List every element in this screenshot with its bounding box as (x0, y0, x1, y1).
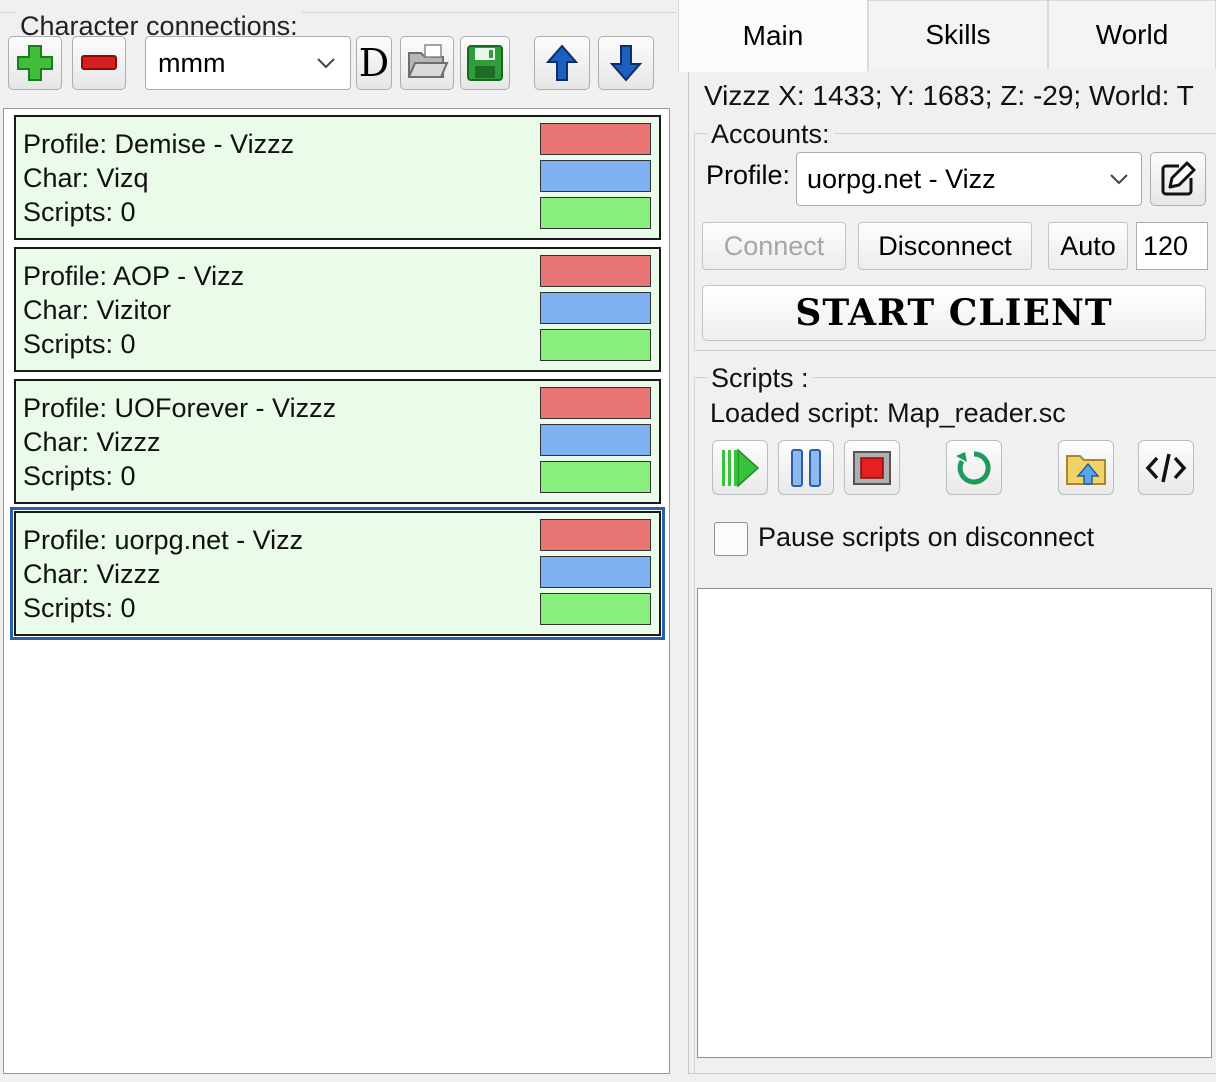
scripts-title: Scripts : (707, 363, 813, 393)
health-bar (540, 255, 651, 287)
character-list[interactable]: Profile: Demise - Vizzz Char: Vizq Scrip… (3, 108, 670, 1074)
stop-script-button[interactable] (844, 440, 900, 495)
character-card[interactable]: Profile: UOForever - Vizzz Char: Vizzz S… (14, 379, 661, 504)
pause-script-button[interactable] (778, 440, 834, 495)
edit-profile-button[interactable] (1150, 152, 1206, 206)
script-output-area[interactable] (697, 588, 1212, 1058)
stamina-bar (540, 197, 651, 229)
character-card[interactable]: Profile: AOP - Vizz Char: Vizitor Script… (14, 247, 661, 372)
minus-icon (81, 55, 117, 70)
tab-skills[interactable]: Skills (868, 0, 1048, 68)
mana-bar (540, 292, 651, 324)
character-profile-label: Profile: Demise - Vizzz (23, 129, 295, 159)
character-profile-label: Profile: AOP - Vizz (23, 261, 245, 291)
auto-reconnect-input[interactable]: 120 (1136, 222, 1208, 270)
character-card[interactable]: Profile: Demise - Vizzz Char: Vizq Scrip… (14, 115, 661, 240)
loaded-script-label: Loaded script: Map_reader.sc (710, 398, 1066, 428)
move-down-button[interactable] (598, 36, 654, 90)
arrow-down-icon (609, 45, 643, 82)
auto-button[interactable]: Auto (1048, 222, 1128, 270)
health-bar (540, 519, 651, 551)
chevron-down-icon (1110, 174, 1128, 185)
character-card-selected[interactable]: Profile: uorpg.net - Vizz Char: Vizzz Sc… (10, 507, 665, 640)
character-profile-label: Profile: UOForever - Vizzz (23, 393, 337, 423)
plus-icon (17, 45, 53, 81)
reload-icon (956, 450, 991, 484)
d-button[interactable]: D (356, 36, 392, 90)
add-character-button[interactable] (8, 36, 62, 90)
open-script-icon (1066, 454, 1106, 485)
pause-on-disconnect-checkbox[interactable] (714, 522, 748, 556)
character-profile-dropdown[interactable]: mmm (145, 36, 351, 90)
character-name-label: Char: Vizitor (23, 295, 172, 325)
stop-icon (853, 450, 891, 485)
stamina-bar (540, 593, 651, 625)
reload-script-button[interactable] (946, 440, 1002, 495)
remove-character-button[interactable] (72, 36, 126, 90)
pause-icon (791, 448, 821, 487)
character-name-label: Char: Vizzz (23, 559, 161, 589)
edit-icon (1161, 161, 1196, 196)
account-profile-dropdown[interactable]: uorpg.net - Vizz (796, 152, 1142, 206)
mana-bar (540, 160, 651, 192)
accounts-title: Accounts: (707, 119, 834, 149)
folder-open-icon (407, 44, 449, 78)
character-name-label: Char: Vizq (23, 163, 149, 193)
code-icon (1145, 453, 1187, 482)
character-profile-label: Profile: uorpg.net - Vizz (23, 525, 304, 555)
script-editor-button[interactable] (1138, 440, 1194, 495)
character-scripts-label: Scripts: 0 (23, 593, 136, 623)
character-scripts-label: Scripts: 0 (23, 197, 136, 227)
character-name-label: Char: Vizzz (23, 427, 161, 457)
character-position-readout: Vizzz X: 1433; Y: 1683; Z: -29; World: T (704, 80, 1194, 111)
profile-label: Profile: (706, 160, 791, 190)
tab-world[interactable]: World (1048, 0, 1216, 68)
run-script-button[interactable] (712, 440, 768, 495)
open-script-button[interactable] (1058, 440, 1114, 495)
save-profile-button[interactable] (460, 36, 510, 90)
stamina-bar (540, 329, 651, 361)
stamina-bar (540, 461, 651, 493)
connect-button[interactable]: Connect (702, 222, 846, 270)
tab-main[interactable]: Main (678, 0, 868, 72)
character-scripts-label: Scripts: 0 (23, 461, 136, 491)
mana-bar (540, 424, 651, 456)
move-up-button[interactable] (534, 36, 590, 90)
chevron-down-icon (317, 58, 335, 69)
character-scripts-label: Scripts: 0 (23, 329, 136, 359)
start-client-button[interactable]: START CLIENT (702, 285, 1206, 341)
arrow-up-icon (545, 44, 579, 81)
mana-bar (540, 556, 651, 588)
health-bar (540, 387, 651, 419)
pause-on-disconnect-label: Pause scripts on disconnect (758, 522, 1095, 552)
character-profile-value: mmm (158, 47, 226, 78)
play-icon (722, 447, 760, 488)
save-icon (467, 45, 503, 81)
account-profile-value: uorpg.net - Vizz (807, 163, 996, 194)
open-profile-button[interactable] (400, 36, 454, 90)
health-bar (540, 123, 651, 155)
disconnect-button[interactable]: Disconnect (858, 222, 1032, 270)
